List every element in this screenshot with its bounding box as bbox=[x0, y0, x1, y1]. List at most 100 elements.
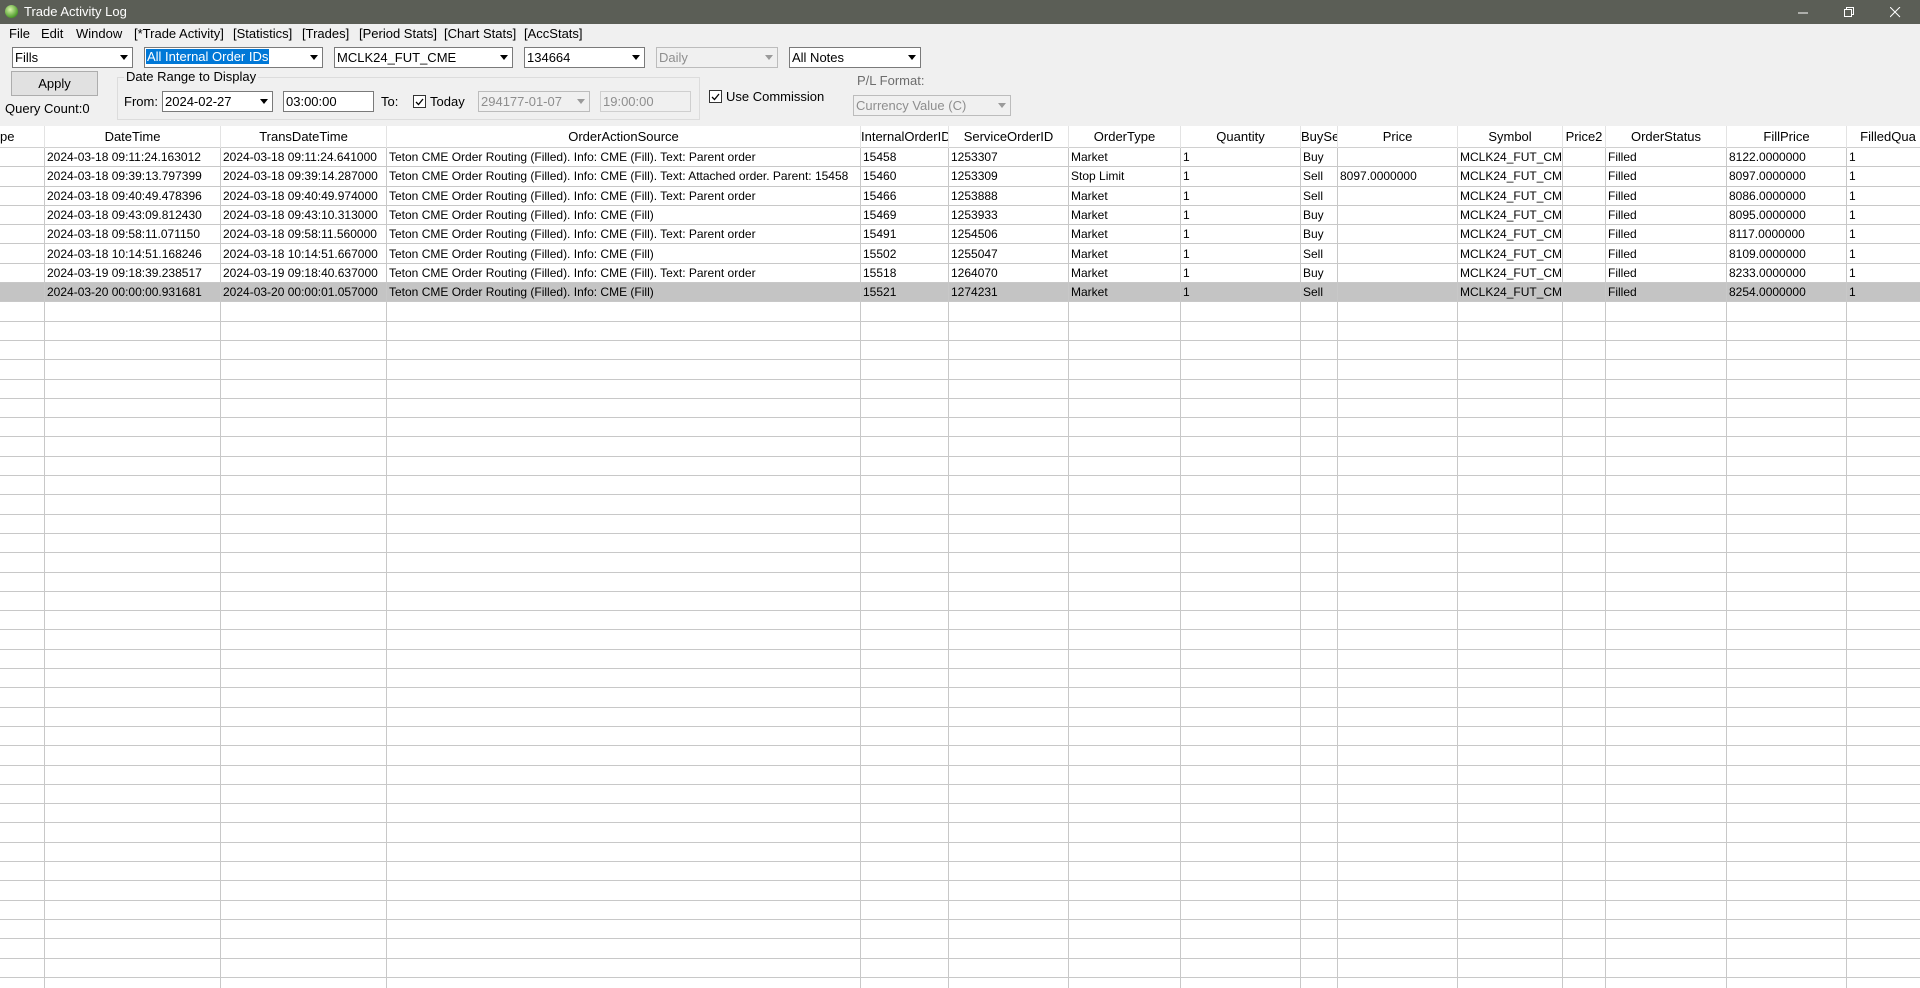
cell-ordertype[interactable]: Market bbox=[1069, 244, 1181, 264]
column-header-price2[interactable]: Price2 bbox=[1563, 126, 1606, 148]
cell-fillprice[interactable]: 8122.0000000 bbox=[1727, 148, 1847, 167]
cell-ordertype[interactable]: Market bbox=[1069, 148, 1181, 167]
cell-orderstatus[interactable]: Filled bbox=[1606, 205, 1727, 225]
cell-buysell[interactable]: Sell bbox=[1301, 167, 1338, 187]
empty-row[interactable] bbox=[0, 688, 1920, 708]
column-header-orderstatus[interactable]: OrderStatus bbox=[1606, 126, 1727, 148]
cell-price2[interactable] bbox=[1563, 225, 1606, 245]
empty-row[interactable] bbox=[0, 631, 1920, 650]
cell-buysell[interactable]: Buy bbox=[1301, 225, 1338, 245]
empty-row[interactable] bbox=[0, 399, 1920, 419]
empty-row[interactable] bbox=[0, 959, 1920, 978]
column-header-serviceorderid[interactable]: ServiceOrderID bbox=[949, 126, 1069, 148]
cell-price2[interactable] bbox=[1563, 167, 1606, 187]
column-header-fillprice[interactable]: FillPrice bbox=[1727, 126, 1847, 148]
cell-transdatetime[interactable]: 2024-03-18 10:14:51.667000 bbox=[221, 244, 387, 264]
cell-ordertype[interactable]: Market bbox=[1069, 225, 1181, 245]
cell-datetime[interactable]: 2024-03-19 09:18:39.238517 bbox=[45, 263, 221, 283]
cell-ordertype[interactable]: Market bbox=[1069, 205, 1181, 225]
empty-row[interactable] bbox=[0, 824, 1920, 843]
cell-price2[interactable] bbox=[1563, 148, 1606, 167]
cell-fillprice[interactable]: 8233.0000000 bbox=[1727, 263, 1847, 283]
cell-buysell[interactable]: Sell bbox=[1301, 244, 1338, 264]
cell-filledquantity[interactable]: 1 bbox=[1847, 206, 1920, 225]
column-header-orderactionsource[interactable]: OrderActionSource bbox=[387, 126, 861, 148]
cell-orderactionsource[interactable]: Teton CME Order Routing (Filled). Info: … bbox=[387, 244, 861, 264]
cell-buysell[interactable]: Sell bbox=[1301, 186, 1338, 206]
cell-filledquantity[interactable]: 1 bbox=[1847, 245, 1920, 264]
empty-row[interactable] bbox=[0, 418, 1920, 438]
menu-statistics[interactable]: [Statistics] bbox=[233, 26, 292, 41]
cell-transdatetime[interactable]: 2024-03-18 09:43:10.313000 bbox=[221, 205, 387, 225]
cell-internalorderid[interactable]: 15521 bbox=[861, 283, 949, 303]
cell-transdatetime[interactable]: 2024-03-18 09:58:11.560000 bbox=[221, 225, 387, 245]
cell-fillprice[interactable]: 8254.0000000 bbox=[1727, 283, 1847, 303]
cell-fillprice[interactable]: 8086.0000000 bbox=[1727, 186, 1847, 206]
empty-row[interactable] bbox=[0, 457, 1920, 477]
cell-fillprice[interactable]: 8097.0000000 bbox=[1727, 167, 1847, 187]
cell-serviceorderid[interactable]: 1254506 bbox=[949, 225, 1069, 245]
cell-internalorderid[interactable]: 15458 bbox=[861, 148, 949, 167]
cell-filledquantity[interactable]: 1 bbox=[1847, 187, 1920, 206]
cell-price2[interactable] bbox=[1563, 283, 1606, 303]
cell-internalorderid[interactable]: 15491 bbox=[861, 225, 949, 245]
cell-orderstatus[interactable]: Filled bbox=[1606, 225, 1727, 245]
cell-quantity[interactable]: 1 bbox=[1181, 225, 1301, 245]
table-row[interactable]: 2024-03-18 09:58:11.071150 2024-03-18 09:… bbox=[0, 225, 1920, 245]
table-row[interactable]: 2024-03-19 09:18:39.238517 2024-03-19 09:… bbox=[0, 263, 1920, 284]
cell-orderstatus[interactable]: Filled bbox=[1606, 244, 1727, 264]
cell-buysell[interactable]: Buy bbox=[1301, 263, 1338, 283]
use-commission-checkbox[interactable] bbox=[709, 90, 722, 103]
cell-orderstatus[interactable]: Filled bbox=[1606, 148, 1727, 167]
cell-orderstatus[interactable]: Filled bbox=[1606, 263, 1727, 283]
menu-chart-stats[interactable]: [Chart Stats] bbox=[444, 26, 516, 41]
column-header-quantity[interactable]: Quantity bbox=[1181, 126, 1301, 148]
cell-price2[interactable] bbox=[1563, 205, 1606, 225]
empty-row[interactable] bbox=[0, 515, 1920, 534]
menu-trade-activity[interactable]: [*Trade Activity] bbox=[134, 26, 224, 41]
empty-row[interactable] bbox=[0, 708, 1920, 727]
cell-serviceorderid[interactable]: 1255047 bbox=[949, 244, 1069, 264]
cell-orderactionsource[interactable]: Teton CME Order Routing (Filled). Info: … bbox=[387, 205, 861, 225]
empty-row[interactable] bbox=[0, 553, 1920, 573]
empty-row[interactable] bbox=[0, 341, 1920, 361]
cell-quantity[interactable]: 1 bbox=[1181, 283, 1301, 303]
menu-trades[interactable]: [Trades] bbox=[302, 26, 349, 41]
cell-symbol[interactable]: MCLK24_FUT_CME bbox=[1458, 283, 1563, 303]
cell-price[interactable] bbox=[1338, 283, 1458, 303]
cell-quantity[interactable]: 1 bbox=[1181, 244, 1301, 264]
column-header-internalorderid[interactable]: InternalOrderID bbox=[861, 126, 949, 148]
empty-row[interactable] bbox=[0, 862, 1920, 882]
empty-row[interactable] bbox=[0, 650, 1920, 670]
cell-serviceorderid[interactable]: 1274231 bbox=[949, 283, 1069, 303]
cell-quantity[interactable]: 1 bbox=[1181, 263, 1301, 283]
empty-row[interactable] bbox=[0, 534, 1920, 554]
cell-orderactionsource[interactable]: Teton CME Order Routing (Filled). Info: … bbox=[387, 225, 861, 245]
cell-fillprice[interactable]: 8109.0000000 bbox=[1727, 244, 1847, 264]
close-button[interactable] bbox=[1872, 0, 1918, 24]
cell-ordertype[interactable]: Market bbox=[1069, 283, 1181, 303]
to-date-picker[interactable]: 294177-01-07 bbox=[478, 91, 590, 112]
order-ids-select[interactable]: All Internal Order IDs bbox=[144, 47, 323, 68]
empty-row[interactable] bbox=[0, 322, 1920, 341]
cell-ordertype[interactable]: Market bbox=[1069, 263, 1181, 283]
cell-type[interactable] bbox=[0, 205, 45, 225]
cell-price2[interactable] bbox=[1563, 263, 1606, 283]
table-row[interactable]: 2024-03-18 09:43:09.812430 2024-03-18 09:… bbox=[0, 205, 1920, 226]
cell-internalorderid[interactable]: 15460 bbox=[861, 167, 949, 187]
empty-row[interactable] bbox=[0, 727, 1920, 747]
column-header-datetime[interactable]: DateTime bbox=[45, 126, 221, 148]
empty-row[interactable] bbox=[0, 978, 1920, 988]
cell-internalorderid[interactable]: 15466 bbox=[861, 186, 949, 206]
cell-datetime[interactable]: 2024-03-18 09:43:09.812430 bbox=[45, 205, 221, 225]
cell-type[interactable] bbox=[0, 167, 45, 187]
cell-type[interactable] bbox=[0, 244, 45, 264]
cell-serviceorderid[interactable]: 1253933 bbox=[949, 205, 1069, 225]
table-row[interactable]: 2024-03-18 09:40:49.478396 2024-03-18 09:… bbox=[0, 186, 1920, 206]
cell-quantity[interactable]: 1 bbox=[1181, 205, 1301, 225]
empty-row[interactable] bbox=[0, 843, 1920, 863]
empty-row[interactable] bbox=[0, 901, 1920, 920]
column-header-buysell[interactable]: BuySell bbox=[1301, 126, 1338, 148]
notes-select[interactable]: All Notes bbox=[789, 47, 921, 68]
cell-filledquantity[interactable]: 1 bbox=[1847, 225, 1920, 244]
